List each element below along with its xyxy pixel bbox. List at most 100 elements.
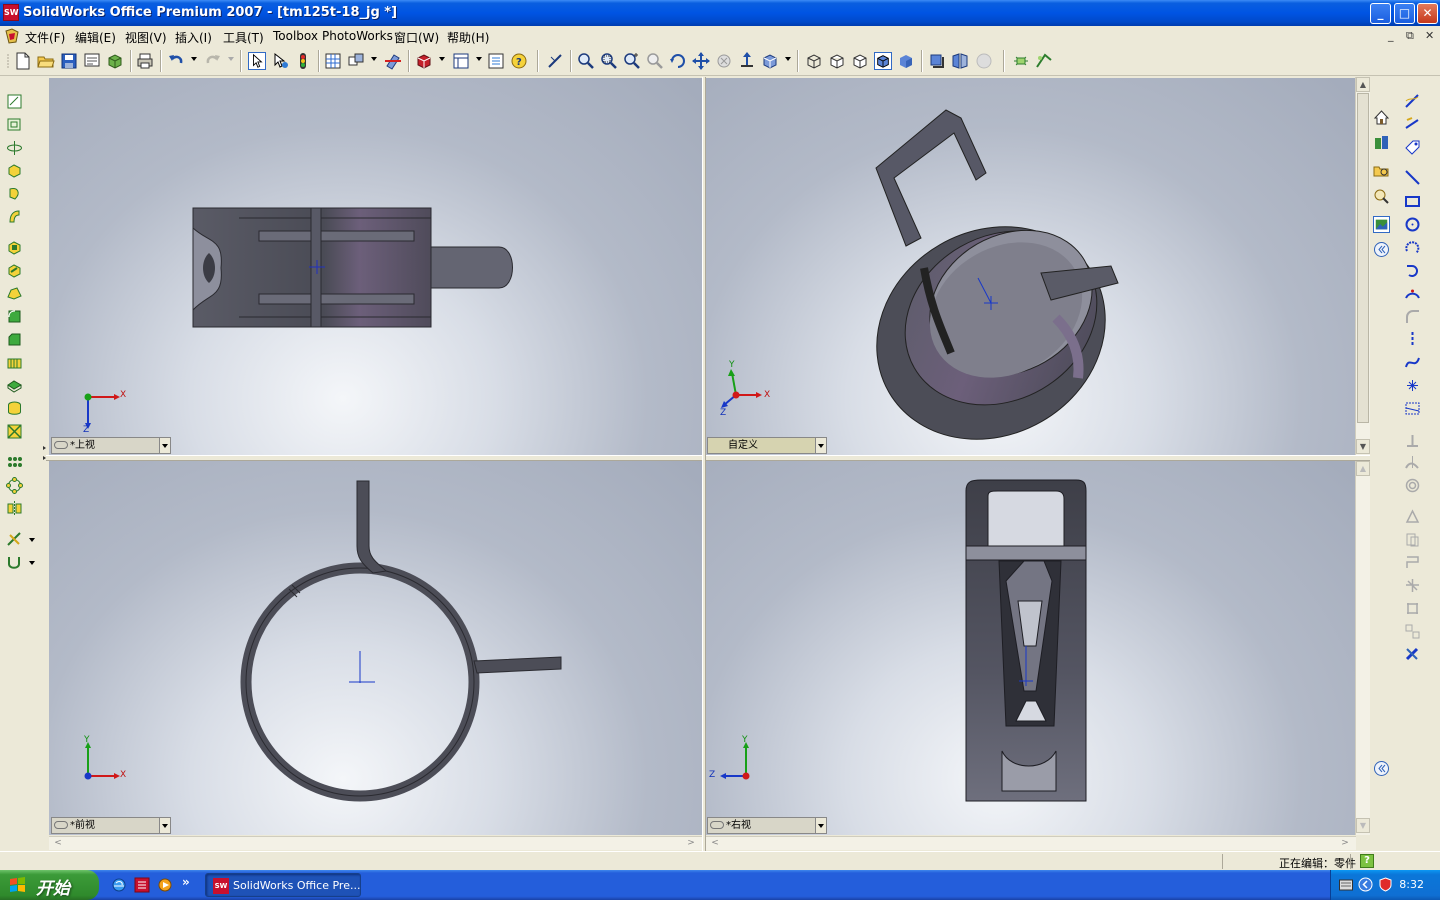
scroll-down-arrow[interactable]: ▼ [1356,818,1370,833]
select-filter-icon[interactable] [271,52,289,70]
internet-explorer-icon[interactable] [111,877,127,893]
taskbar-item-solidworks[interactable]: SW SolidWorks Office Pre... [205,873,361,897]
curves-icon[interactable] [6,554,23,571]
smart-dimension-icon[interactable] [1404,116,1421,133]
mirror-entities-icon[interactable] [1404,454,1421,471]
security-shield-icon[interactable] [1378,877,1393,892]
start-button[interactable]: 开始 [0,870,99,900]
standard-views-icon[interactable] [761,52,779,70]
help-balloon-icon[interactable]: ? [510,52,528,70]
normal-to-icon[interactable] [738,52,756,70]
loft-icon[interactable] [6,285,23,302]
shaded-icon[interactable] [897,52,915,70]
maximize-button[interactable]: □ [1394,3,1415,24]
save-icon[interactable] [60,52,78,70]
collapse-task-pane-icon[interactable] [1373,241,1390,258]
curves-dropdown[interactable] [29,561,35,565]
rectangle-icon[interactable] [1404,193,1421,210]
split-entities-icon[interactable] [1404,577,1421,594]
menu-edit[interactable]: 编辑(E) [75,29,116,46]
view-orientation-dropdown[interactable] [371,57,377,61]
rib-icon[interactable] [6,354,23,371]
file-explorer-icon[interactable] [1373,162,1390,179]
tangent-arc-icon[interactable] [1404,262,1421,279]
measure-icon[interactable] [546,52,564,70]
circle-icon[interactable] [1404,216,1421,233]
centerpoint-arc-icon[interactable] [1404,239,1421,256]
shaded-with-edges-icon[interactable] [874,52,892,70]
revolved-boss-icon[interactable] [6,185,23,202]
scroll-right-arrow[interactable]: > [684,837,698,850]
3d-sketch-icon[interactable] [6,116,23,133]
make-assembly-icon[interactable] [106,52,124,70]
keyboard-icon[interactable] [1339,879,1353,891]
wireframe-icon[interactable] [805,52,823,70]
fillet-sketch-icon[interactable] [1404,308,1421,325]
new-document-icon[interactable] [14,52,32,70]
move-entities-icon[interactable] [1404,623,1421,640]
viewport-top-view[interactable]: X Z *上视 [49,78,702,455]
hidden-lines-removed-icon[interactable] [851,52,869,70]
title-bar[interactable]: SW SolidWorks Office Premium 2007 - [tm1… [0,0,1440,26]
redo-icon[interactable] [204,52,222,70]
make-drawing-icon[interactable] [83,52,101,70]
tag-icon[interactable] [1404,139,1421,156]
photoworks-options-icon[interactable] [1035,52,1053,70]
chamfer-icon[interactable] [6,331,23,348]
circular-pattern-icon[interactable] [6,477,23,494]
extend-entities-icon[interactable] [1404,554,1421,571]
vertical-scrollbar-top[interactable]: ▲ ▼ [1355,77,1370,455]
shaded-cube-icon[interactable] [415,52,433,70]
vertical-scrollbar-bottom[interactable]: ▲ ▼ [1355,461,1370,835]
zoom-to-area-icon[interactable] [600,52,618,70]
expand-task-pane-icon[interactable] [1373,760,1390,777]
reference-geometry-icon[interactable] [6,531,23,548]
open-folder-icon[interactable] [37,52,55,70]
display-mode-dropdown[interactable] [439,57,445,61]
revolve-sketch-icon[interactable] [6,139,23,156]
reference-geometry-dropdown[interactable] [29,538,35,542]
perspective-icon[interactable] [951,52,969,70]
zoom-to-fit-icon[interactable] [577,52,595,70]
mirror-icon[interactable] [6,500,23,517]
menu-file[interactable]: 文件(F) [25,29,65,46]
menu-window[interactable]: 窗口(W) [394,29,439,46]
realview-icon[interactable] [975,52,993,70]
doc-close-button[interactable]: ✕ [1425,29,1434,42]
view-name-selector[interactable]: *右视 [707,817,827,834]
standard-views-dropdown[interactable] [785,57,791,61]
menu-view[interactable]: 视图(V) [125,29,167,46]
convert-entities-icon[interactable] [1404,508,1421,525]
centerline-icon[interactable] [1404,331,1421,348]
sketch-icon[interactable] [6,93,23,110]
solidworks-quicklaunch-icon[interactable] [134,877,150,893]
quick-tips-help-button[interactable]: ? [1360,854,1374,868]
offset-entities-icon[interactable] [1404,477,1421,494]
scroll-down-arrow[interactable]: ▼ [1356,439,1370,454]
shadows-icon[interactable] [928,52,946,70]
viewport-layout-dropdown[interactable] [476,57,482,61]
view-name-dropdown[interactable] [159,438,170,453]
point-icon[interactable] [1404,377,1421,394]
undo-icon[interactable] [167,52,185,70]
view-name-dropdown[interactable] [815,438,826,453]
revolved-cut-icon[interactable] [6,262,23,279]
viewport-splitter-horizontal[interactable] [46,455,1370,461]
solidworks-menu-icon[interactable] [4,28,20,44]
viewport-front-view[interactable]: X Y *前视 [49,461,702,835]
taskbar-clock[interactable]: 8:32 [1399,878,1424,891]
shell-icon[interactable] [6,377,23,394]
repair-sketch-icon[interactable] [1404,646,1421,663]
scroll-up-arrow[interactable]: ▲ [1356,461,1370,476]
view-name-selector[interactable]: 自定义 [707,437,827,454]
hole-wizard-icon[interactable] [6,423,23,440]
viewport-right-view[interactable]: Z Y *右视 [706,461,1356,835]
solidworks-app-icon[interactable]: SW [3,4,19,21]
viewport-custom-view[interactable]: X Y Z 自定义 [706,78,1356,455]
doc-restore-button[interactable]: ⧉ [1406,29,1414,43]
three-point-arc-icon[interactable] [1404,285,1421,302]
design-library-icon[interactable] [1373,134,1390,151]
section-view-icon[interactable] [384,52,402,70]
toolbar-grip[interactable] [6,52,12,70]
pan-icon[interactable] [692,52,710,70]
